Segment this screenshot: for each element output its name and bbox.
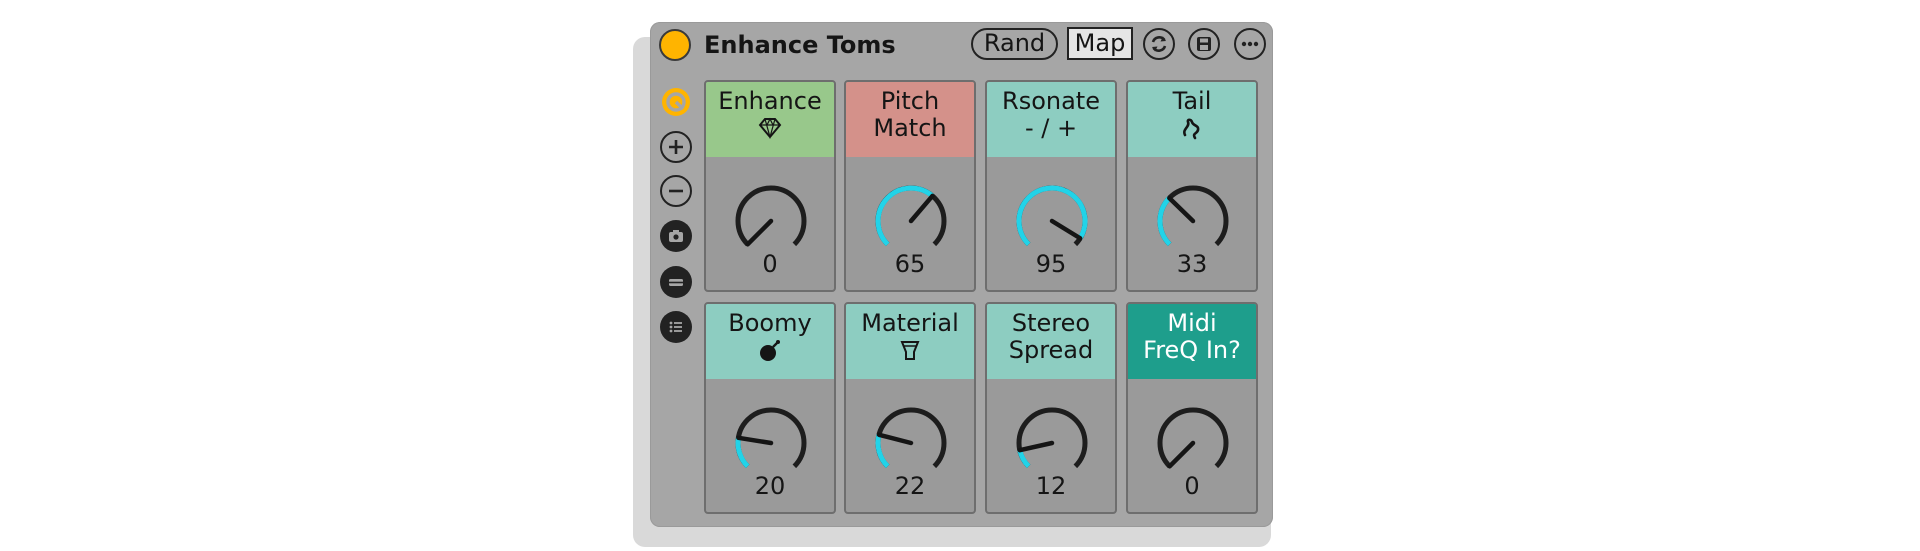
- bomb-icon: [760, 340, 780, 361]
- macro-value: 20: [754, 472, 786, 500]
- macro-midi-freq-in: Midi FreQ In? 0: [1126, 302, 1258, 514]
- knob-value-arc: [735, 437, 750, 469]
- device-power-button[interactable]: [659, 29, 691, 61]
- knob-track: [1157, 407, 1229, 469]
- knob-value-arc: [875, 434, 890, 469]
- add-icon[interactable]: [660, 131, 692, 163]
- knob-needle: [908, 193, 935, 224]
- macro-header: Midi FreQ In?: [1128, 304, 1256, 379]
- hot-swap-icon[interactable]: [660, 86, 692, 118]
- macro-value: 0: [1184, 472, 1200, 500]
- macro-label: Pitch Match: [873, 87, 947, 142]
- macro-label: Boomy: [728, 309, 812, 337]
- more-icon[interactable]: [1234, 28, 1266, 60]
- knob-needle: [1167, 440, 1196, 469]
- macro-value: 12: [1035, 472, 1067, 500]
- rack-device: Enhance Toms Rand Map Enhance 0 Pitch Ma…: [650, 22, 1273, 527]
- map-button[interactable]: Map: [1067, 27, 1133, 60]
- knob-needle: [745, 218, 774, 247]
- knob-value-arc: [1157, 196, 1172, 247]
- macro-header: Boomy: [706, 304, 834, 379]
- list-icon[interactable]: [660, 311, 692, 343]
- macro-enhance: Enhance 0: [704, 80, 836, 292]
- knob-needle: [1049, 218, 1083, 241]
- refresh-icon[interactable]: [1143, 28, 1175, 60]
- macro-label: Stereo Spread: [1008, 309, 1094, 364]
- knob-value-arc: [1017, 449, 1031, 469]
- macro-header: Material: [846, 304, 974, 379]
- macro-rsonate: Rsonate - / + 95: [985, 80, 1117, 292]
- knob-needle: [876, 432, 914, 446]
- rand-button[interactable]: Rand: [971, 28, 1058, 60]
- rack-sidebar: [650, 70, 702, 527]
- save-icon[interactable]: [1188, 28, 1220, 60]
- macro-header: Rsonate - / +: [987, 82, 1115, 157]
- knob-track: [1016, 407, 1088, 469]
- macro-label: Tail: [1172, 87, 1212, 115]
- knob-track: [735, 185, 807, 247]
- knob-needle: [1017, 440, 1055, 453]
- macro-tail: Tail 33: [1126, 80, 1258, 292]
- macro-header: Enhance: [706, 82, 834, 157]
- macro-label: Material: [861, 309, 959, 337]
- macro-boomy: Boomy 20: [704, 302, 836, 514]
- knob-value-arc: [875, 185, 935, 247]
- macro-header: Pitch Match: [846, 82, 974, 157]
- knob-needle: [736, 435, 774, 446]
- macro-value: 65: [894, 250, 926, 278]
- knob-needle: [1167, 195, 1196, 224]
- minimize-icon[interactable]: [660, 266, 692, 298]
- macro-pitch-match: Pitch Match 65: [844, 80, 976, 292]
- drum-icon: [900, 341, 920, 360]
- macro-value: 95: [1035, 250, 1067, 278]
- diamond-icon: [758, 117, 782, 139]
- macro-header: Stereo Spread: [987, 304, 1115, 379]
- device-title: Enhance Toms: [704, 31, 896, 59]
- macro-value: 0: [762, 250, 778, 278]
- macro-material: Material 22: [844, 302, 976, 514]
- macro-label: Enhance: [718, 87, 822, 115]
- macro-label: Rsonate - / +: [1002, 87, 1100, 142]
- squiggle-icon: [1183, 118, 1200, 140]
- macro-header: Tail: [1128, 82, 1256, 157]
- remove-icon[interactable]: [660, 175, 692, 207]
- macro-stereo-spread: Stereo Spread 12: [985, 302, 1117, 514]
- macro-value: 22: [894, 472, 926, 500]
- macro-label: Midi FreQ In?: [1143, 309, 1241, 364]
- macro-value: 33: [1176, 250, 1208, 278]
- camera-icon[interactable]: [660, 220, 692, 252]
- device-titlebar: Enhance Toms Rand Map: [650, 22, 1273, 70]
